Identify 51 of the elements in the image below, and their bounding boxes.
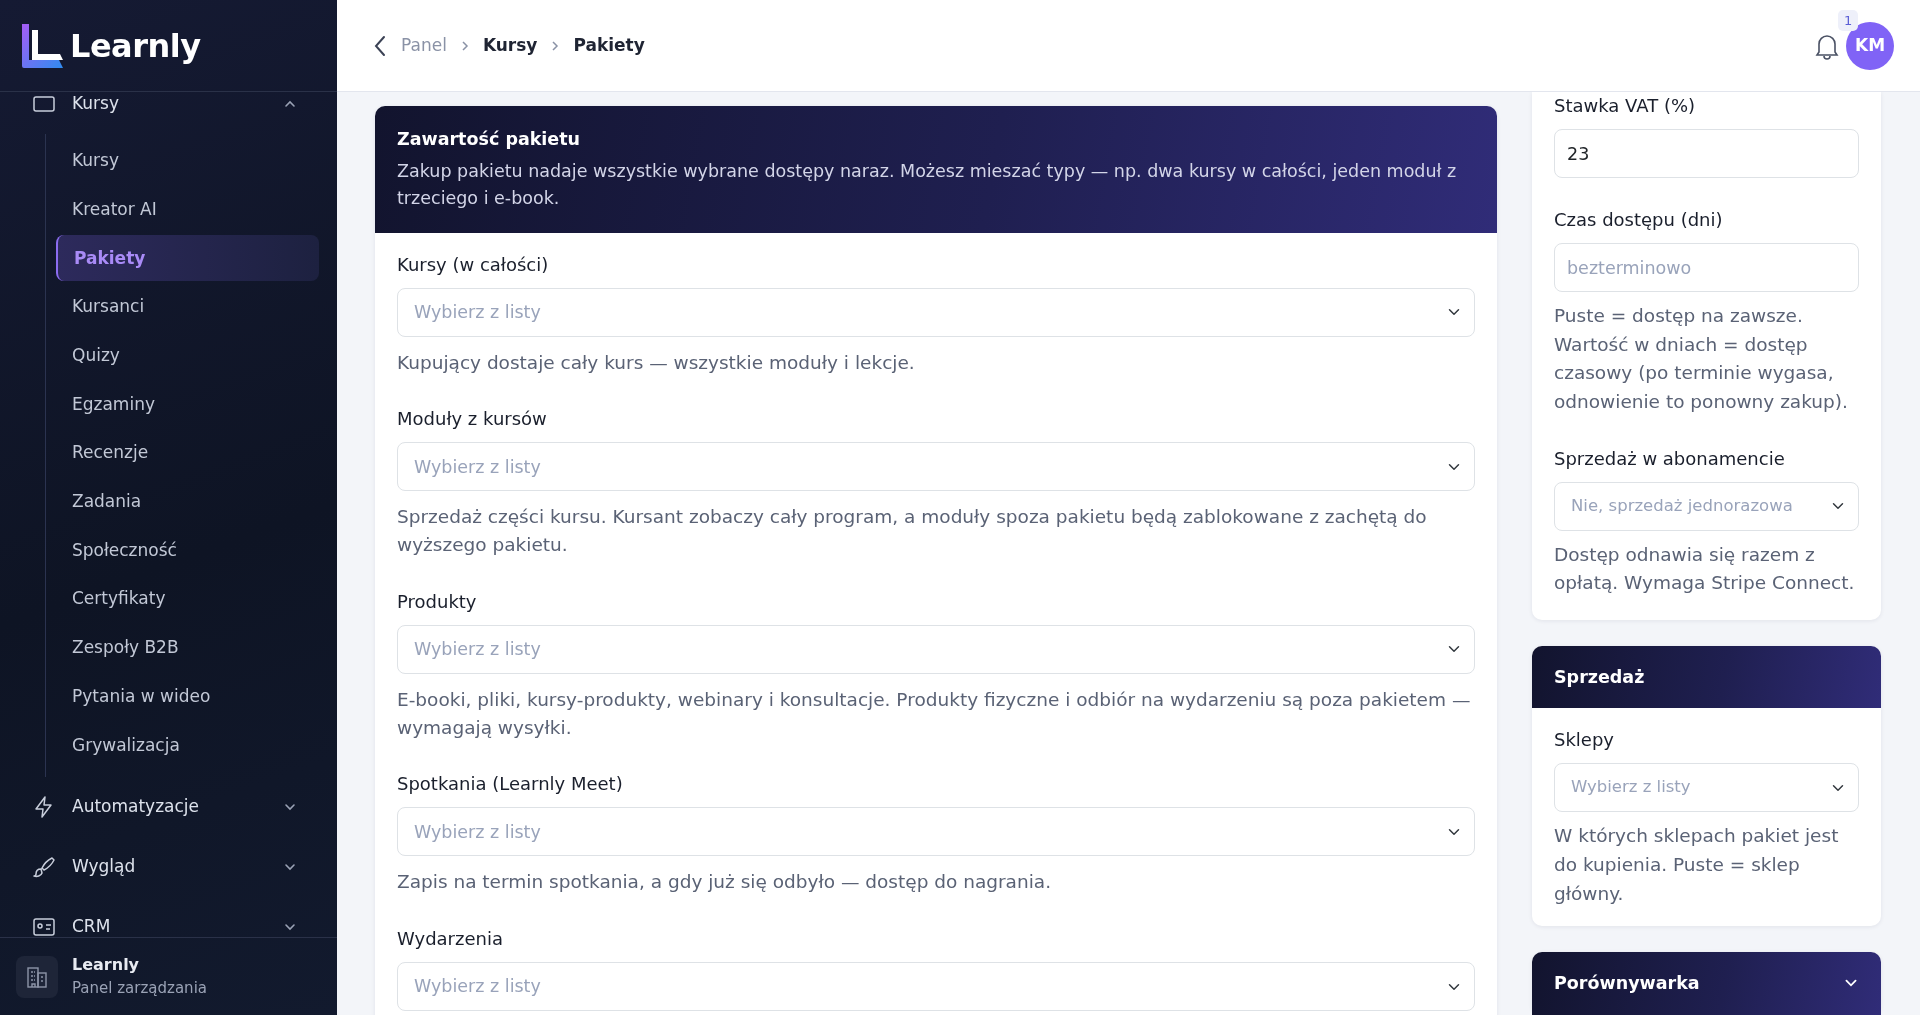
- workspace-subtitle: Panel zarządzania: [72, 978, 207, 1000]
- field-label: Stawka VAT (%): [1554, 94, 1697, 118]
- card-description: Zakup pakietu nadaje wszystkie wybrane dostępy naraz. Możesz mieszać typy — np. dwa kursy w całości, jeden moduł z trzeciego i e-book.: [397, 160, 1458, 211]
- help-text: Zapis na termin spotkania, a gdy już się odbyło — dostęp do nagrania.: [397, 870, 1053, 895]
- field-label: Moduły z kursów: [397, 407, 548, 432]
- brush-icon: [32, 854, 56, 879]
- nav-group-item[interactable]: Kursy: [18, 92, 319, 134]
- nav-group-item[interactable]: CRM: [18, 896, 319, 937]
- back-button[interactable]: [373, 33, 387, 58]
- field-label: Wydarzenia: [397, 927, 504, 951]
- nav-item[interactable]: Kreator AI: [56, 186, 319, 233]
- help-text: Puste = dostęp na zawsze. Wartość w dniach = dostęp czasowy (po terminie wygasa, odnowienie to ponowny zakup).: [1554, 304, 1849, 414]
- notification-count: 1: [1838, 9, 1859, 31]
- logo-icon: [20, 21, 64, 70]
- nav-item[interactable]: Pakiety: [56, 235, 319, 282]
- input-field[interactable]: 23: [1554, 129, 1859, 178]
- nav-item[interactable]: Recenzje: [56, 430, 319, 477]
- breadcrumb-separator-icon: [551, 39, 560, 52]
- building-icon: [16, 955, 58, 998]
- nav-item[interactable]: Quizy: [56, 332, 319, 379]
- nav-group-item[interactable]: Automatyzacje: [18, 776, 319, 837]
- nav-item[interactable]: Pytania w wideo: [56, 673, 319, 720]
- brand-name: Learnly: [70, 25, 201, 67]
- help-text: Kupujący dostaje cały kurs — wszystkie moduły i lekcje.: [397, 350, 916, 375]
- field-label: Produkty: [397, 589, 478, 614]
- nav-item[interactable]: Zespoły B2B: [56, 624, 319, 671]
- help-text: Dostęp odnawia się razem z opłatą. Wymaga Stripe Connect.: [1554, 542, 1856, 596]
- nav-item[interactable]: Grywalizacja: [56, 722, 319, 769]
- nav-item[interactable]: Certyfikaty: [56, 576, 319, 623]
- help-text: W których sklepach pakiet jest do kupienia. Puste = sklep główny.: [1554, 824, 1840, 906]
- help-text: Sprzedaż części kursu. Kursant zobaczy cały program, a moduły spoza pakietu będą zablokowane z zachętą do wyższego pakietu.: [397, 505, 1428, 557]
- field-label: Sprzedaż w abonamencie: [1554, 446, 1786, 471]
- help-text: E-booki, pliki, kursy-produkty, webinary i konsultacje. Produkty fizyczne i odbiór na wydarzeniu są poza pakietem — wymagają wysyłki.: [397, 687, 1472, 740]
- breadcrumb-link[interactable]: Kursy: [482, 32, 538, 59]
- breadcrumb-link[interactable]: Pakiety: [573, 32, 645, 59]
- nav-item[interactable]: Społeczność: [56, 527, 319, 574]
- nav-item[interactable]: Kursanci: [56, 284, 319, 331]
- field-label: Czas dostępu (dni): [1554, 208, 1724, 232]
- card-title: Sprzedaż: [1554, 666, 1646, 690]
- card-title: Zawartość pakietu: [397, 128, 582, 151]
- nav-item[interactable]: Egzaminy: [56, 381, 319, 428]
- field-label: Spotkania (Learnly Meet): [397, 772, 624, 797]
- breadcrumb-separator-icon: [460, 39, 469, 52]
- card-title: Porównywarka: [1554, 972, 1700, 996]
- field-label: Kursy (w całości): [397, 252, 550, 277]
- nav-item[interactable]: Zadania: [56, 478, 319, 525]
- workspace-name: Learnly: [72, 954, 141, 977]
- input-field[interactable]: bezterminowo: [1554, 243, 1859, 292]
- nav-item[interactable]: Kursy: [56, 138, 319, 184]
- nav-group-item[interactable]: Wygląd: [18, 836, 319, 897]
- field-label: Sklepy: [1554, 728, 1615, 753]
